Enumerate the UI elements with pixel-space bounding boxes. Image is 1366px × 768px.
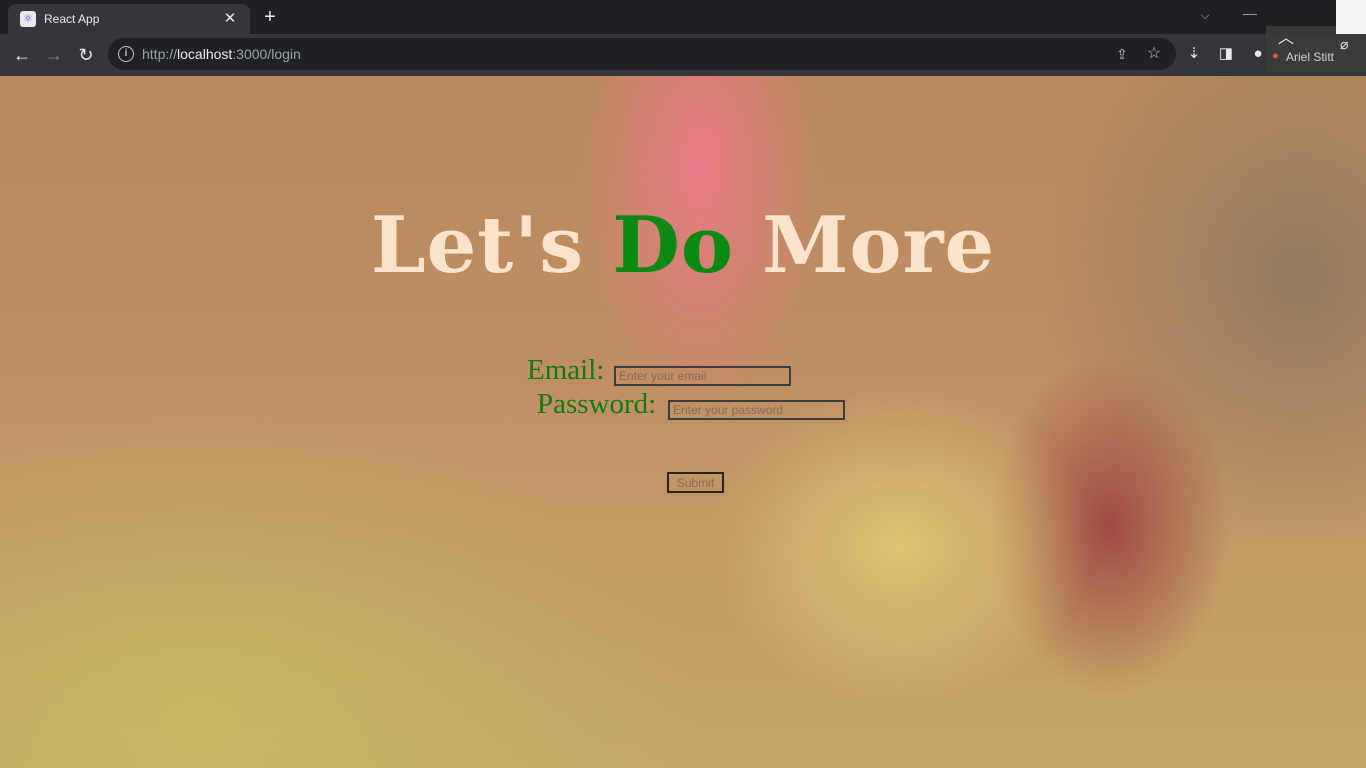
participant-video-thumbnail	[1336, 0, 1366, 34]
page-headline: Let's Do More	[0, 200, 1366, 291]
back-arrow-icon[interactable]: ←	[10, 44, 34, 68]
reload-icon[interactable]: ↻	[74, 44, 98, 68]
email-label: Email:	[527, 354, 605, 386]
side-panel-icon[interactable]: ◨	[1215, 43, 1237, 65]
email-field[interactable]	[614, 366, 791, 386]
url-host: localhost	[177, 46, 233, 62]
url-text[interactable]: http://localhost:3000/login	[142, 46, 301, 62]
close-tab-icon[interactable]: ✕	[220, 9, 240, 29]
headline-accent: Do	[612, 200, 734, 291]
url-path: :3000/login	[232, 46, 301, 62]
address-bar[interactable]: i http://localhost:3000/login ⇪ ☆	[108, 38, 1176, 70]
browser-toolbar: ← → ↻ i http://localhost:3000/login ⇪ ☆ …	[0, 34, 1366, 76]
download-icon[interactable]: ⇣	[1183, 43, 1205, 65]
tab-title: React App	[44, 12, 100, 26]
participant-name: Ariel Stitt	[1286, 50, 1335, 64]
window-minimize-button[interactable]: —	[1240, 6, 1260, 24]
mic-off-icon[interactable]: ⌀	[1340, 36, 1358, 58]
chevron-up-icon[interactable]: ︿	[1278, 31, 1300, 47]
login-page: Let's Do More Email: Password: Submit	[0, 76, 1366, 768]
forward-arrow-icon[interactable]: →	[42, 44, 66, 68]
mic-muted-icon: ●	[1272, 50, 1279, 62]
submit-button[interactable]: Submit	[667, 472, 724, 493]
site-info-icon[interactable]: i	[118, 46, 134, 62]
share-icon[interactable]: ⇪	[1112, 44, 1132, 64]
new-tab-button[interactable]: +	[258, 6, 282, 30]
headline-part-1: Let's	[370, 200, 613, 291]
headline-part-2: More	[733, 200, 996, 291]
url-scheme: http://	[142, 46, 178, 62]
bookmark-star-icon[interactable]: ☆	[1144, 44, 1164, 64]
password-label: Password:	[537, 388, 657, 420]
browser-tab[interactable]: ⚛ React App ✕	[8, 4, 250, 34]
tab-search-chevron-icon[interactable]: ⌵	[1196, 6, 1214, 24]
react-favicon-icon: ⚛	[20, 11, 36, 27]
password-field[interactable]	[668, 400, 845, 420]
browser-tab-strip: ⚛ React App ✕ + ⌵ —	[0, 0, 1366, 34]
